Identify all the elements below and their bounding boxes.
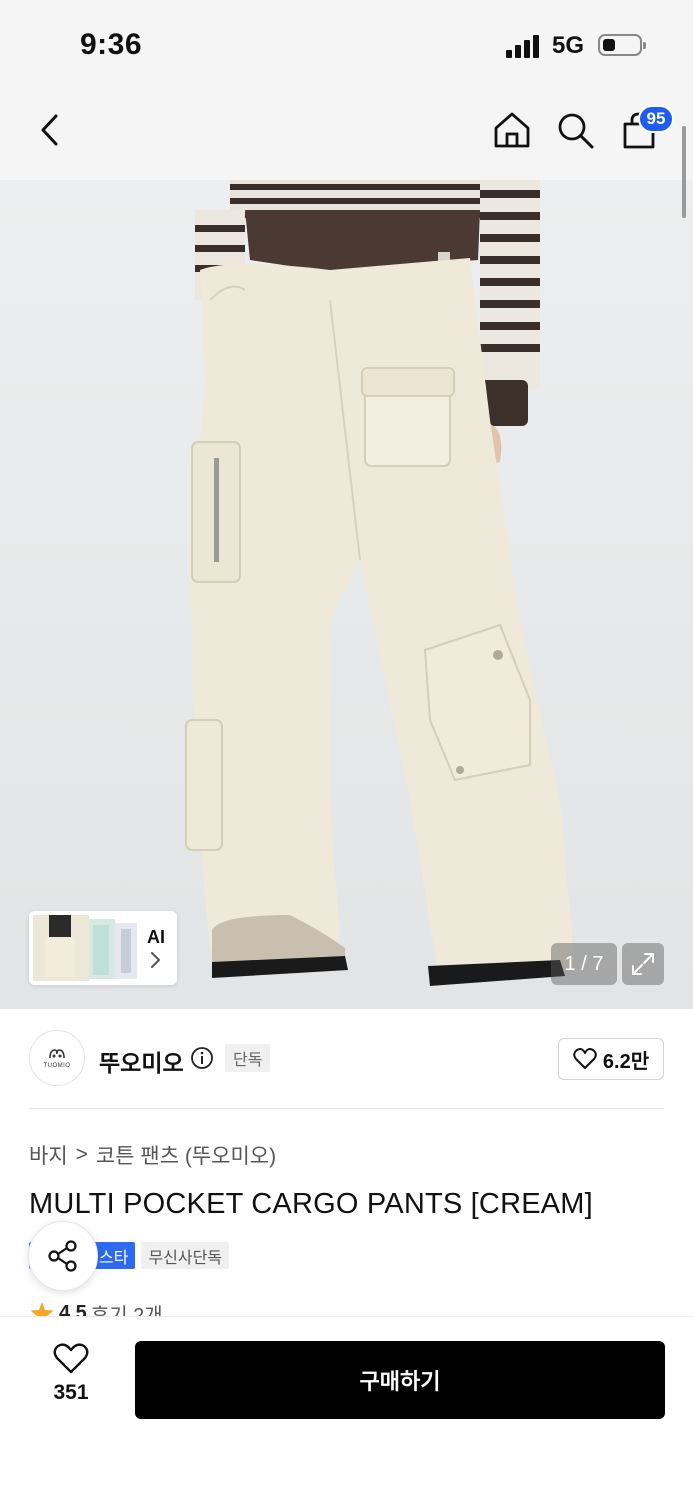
brand-like-button[interactable]: 6.2만 (558, 1038, 664, 1080)
image-counter: 1 / 7 (551, 943, 617, 985)
product-title: MULTI POCKET CARGO PANTS [CREAM] (29, 1188, 593, 1220)
breadcrumb-subcategory[interactable]: 코튼 팬츠 (뚜오미오) (96, 1140, 276, 1170)
product-image[interactable] (0, 180, 693, 1009)
buy-button[interactable]: 구매하기 (135, 1341, 665, 1419)
home-icon (494, 112, 530, 148)
breadcrumb: 바지 > 코튼 팬츠 (뚜오미오) (29, 1140, 276, 1170)
heart-icon (573, 1048, 597, 1069)
brand-name[interactable]: 뚜오미오 (99, 1044, 184, 1078)
chevron-right-icon (151, 952, 160, 968)
musinsa-exclusive-tag: 무신사단독 (141, 1242, 230, 1269)
exclusive-tag: 단독 (225, 1044, 271, 1072)
brand-logo-mark (49, 1049, 65, 1059)
network-label: 5G (552, 32, 585, 59)
ai-label: AI (147, 927, 165, 947)
similar-items-thumbnails (29, 911, 139, 985)
search-icon (558, 113, 594, 149)
brand-like-count: 6.2만 (602, 1050, 650, 1073)
back-button[interactable] (28, 108, 72, 152)
info-icon[interactable] (190, 1046, 214, 1070)
bottom-action-bar: 351 구매하기 (0, 1316, 693, 1500)
product-photo (185, 180, 575, 986)
wishlist-button[interactable]: 351 (40, 1343, 102, 1405)
chevron-left-icon (41, 114, 58, 146)
status-time: 9:36 (80, 28, 143, 61)
ai-similar-items-card[interactable]: AI (29, 911, 177, 985)
divider (29, 1108, 664, 1109)
breadcrumb-category[interactable]: 바지 (29, 1140, 68, 1170)
wishlist-count: 351 (53, 1381, 89, 1404)
share-icon (48, 1240, 77, 1272)
scroll-indicator[interactable] (682, 126, 686, 218)
brand-logo-text: TUOMIO (43, 1063, 71, 1069)
battery-icon (598, 34, 646, 56)
top-nav (0, 92, 693, 180)
share-button[interactable] (28, 1221, 98, 1291)
signal-icon (506, 34, 542, 58)
heart-icon (53, 1343, 89, 1374)
brand-logo[interactable]: TUOMIO (29, 1030, 85, 1086)
home-button[interactable] (490, 108, 534, 152)
status-bar: 9:36 5G (0, 0, 693, 92)
expand-icon (632, 953, 654, 975)
breadcrumb-separator: > (75, 1143, 88, 1166)
expand-image-button[interactable] (622, 943, 664, 985)
cart-count-badge: 95 (638, 105, 674, 133)
search-button[interactable] (553, 108, 597, 152)
